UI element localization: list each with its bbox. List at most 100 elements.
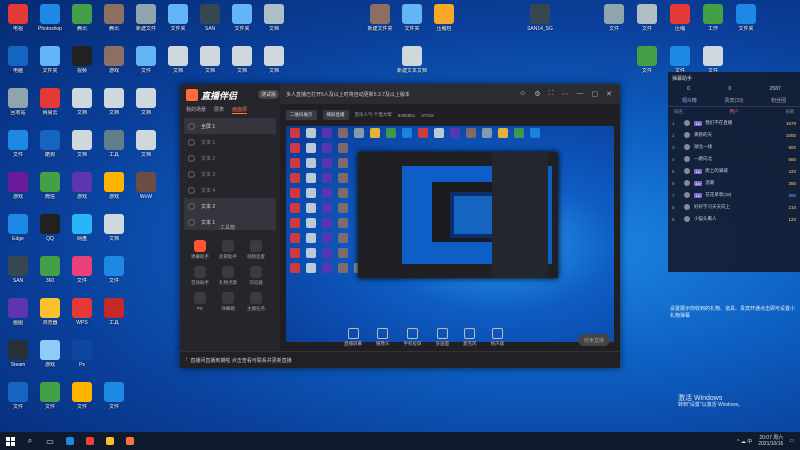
live-app-icon[interactable] xyxy=(120,432,140,450)
source-button[interactable]: 扬声器 xyxy=(491,327,504,347)
app-icon xyxy=(703,4,723,24)
qr-chip[interactable]: 二维码展示 xyxy=(286,110,317,120)
scene-item[interactable]: 文本 2 xyxy=(184,198,276,214)
landscape-chip[interactable]: 横屏直播 xyxy=(322,110,349,120)
eye-icon[interactable] xyxy=(188,122,195,130)
desktop-icon[interactable]: 文件 xyxy=(631,46,663,74)
desktop-icon[interactable]: WoW xyxy=(130,172,162,200)
scene-item[interactable]: 文本 2 xyxy=(184,150,276,166)
source-button[interactable]: 多画面 xyxy=(436,327,449,347)
ranking-row[interactable]: 6 Lv 温暖 350 xyxy=(668,177,800,189)
ranking-row[interactable]: 7 Lv 花花草草(18) 300 xyxy=(668,189,800,201)
source-button[interactable]: 摄像头 xyxy=(376,327,390,347)
desktop-icon[interactable]: 文件 xyxy=(98,256,130,284)
desktop-icon[interactable]: 文档 xyxy=(258,4,290,32)
close-icon[interactable]: ✕ xyxy=(606,90,612,98)
edge-icon[interactable] xyxy=(60,432,80,450)
tool-button[interactable]: 视频连麦 xyxy=(242,240,270,260)
tool-icon xyxy=(250,240,262,252)
task-view-icon[interactable]: ▭ xyxy=(40,432,60,450)
desktop-icon[interactable]: 文件夹 xyxy=(730,4,762,32)
eye-icon[interactable] xyxy=(188,186,195,194)
desktop-icon[interactable]: 文档 xyxy=(130,88,162,116)
tab-sources[interactable]: 画面源 xyxy=(232,106,248,114)
source-button[interactable]: 手机投屏 xyxy=(404,327,422,347)
source-button[interactable]: 直播屏幕 xyxy=(344,327,362,347)
smile-icon[interactable]: ☺ xyxy=(519,90,526,98)
desktop-icon[interactable]: 压缩 xyxy=(664,4,696,32)
desktop-icon[interactable]: 文件 xyxy=(664,46,696,74)
fullscreen-icon[interactable]: ⛶ xyxy=(549,90,554,98)
tool-button[interactable]: 主播任务 xyxy=(242,292,270,312)
settings-icon[interactable]: ⚙ xyxy=(534,90,540,98)
ranking-row[interactable]: 3 湖北一线 800 xyxy=(668,141,800,153)
desktop-icon[interactable]: 工作 xyxy=(697,4,729,32)
start-button[interactable] xyxy=(0,432,20,450)
tool-button[interactable]: 弹幕助手 xyxy=(186,240,214,260)
tab-layers[interactable]: 层表 xyxy=(214,106,224,114)
ranking-row[interactable]: 1 Lv 我们不在直播 1679 xyxy=(668,117,800,129)
start-live-button[interactable]: 结束直播 xyxy=(578,334,610,346)
search-icon[interactable]: ⌕ xyxy=(20,432,40,450)
more-icon[interactable]: ⋯ xyxy=(562,90,569,98)
desktop-icon[interactable]: 新建文本文档 xyxy=(396,46,428,74)
eye-icon[interactable] xyxy=(188,138,195,146)
desktop-icon[interactable]: SAN14_SG xyxy=(524,4,556,32)
scene-item[interactable]: 全屏 1 xyxy=(184,118,276,134)
desktop-icon[interactable]: Ps xyxy=(66,340,98,368)
warning-icon: ! xyxy=(186,357,188,363)
stream-preview[interactable] xyxy=(286,126,614,342)
desktop-icon[interactable]: 文档 xyxy=(258,46,290,74)
tool-button[interactable]: PK xyxy=(186,292,214,312)
tab-my-scenes[interactable]: 我的场景 xyxy=(186,106,206,114)
scene-item[interactable]: 文本 4 xyxy=(184,182,276,198)
rank-number: 8 xyxy=(672,204,675,210)
ranking-row[interactable]: 2 黄鹤的天 1000 xyxy=(668,129,800,141)
app-icon xyxy=(8,130,28,150)
preview-icon xyxy=(530,128,540,138)
desktop-icon[interactable]: 压缩包 xyxy=(428,4,460,32)
contribution-value: 420 xyxy=(788,168,796,174)
ranking-row[interactable]: 5 Lv 爬上的满城 420 xyxy=(668,165,800,177)
tab-fans[interactable]: 粉丝团 xyxy=(771,97,786,104)
maximize-icon[interactable]: ▢ xyxy=(592,90,599,98)
scene-item[interactable]: 文本 1 xyxy=(184,134,276,150)
eye-icon[interactable] xyxy=(188,218,195,226)
tab-audience[interactable]: 观众榜 xyxy=(682,97,697,104)
minimize-icon[interactable]: — xyxy=(577,90,584,98)
desktop-icon[interactable]: 工具 xyxy=(98,298,130,326)
chrome-icon[interactable] xyxy=(80,432,100,450)
scene-item[interactable]: 文本 3 xyxy=(184,166,276,182)
clock[interactable]: 20:07 周六 2021/10/16 xyxy=(758,435,783,447)
ranking-row[interactable]: 9 小猫头鹰人 120 xyxy=(668,213,800,225)
ranking-row[interactable]: 8 好好学习天天向上 210 xyxy=(668,201,800,213)
eye-icon[interactable] xyxy=(188,170,195,178)
desktop-icon[interactable]: 文档 xyxy=(130,130,162,158)
tool-button[interactable]: 礼物点歌 xyxy=(214,266,242,286)
preview-icon xyxy=(370,128,380,138)
desktop-icon[interactable]: 文档 xyxy=(98,214,130,242)
preview-icon xyxy=(402,128,412,138)
ranking-row[interactable]: 4 一路向北 560 xyxy=(668,153,800,165)
eye-icon[interactable] xyxy=(188,154,195,162)
desktop-icon[interactable]: 文件 xyxy=(98,382,130,410)
tool-button[interactable]: 浏览器 xyxy=(242,266,270,286)
desktop-icon[interactable]: 文件 xyxy=(631,4,663,32)
tool-label: 房管助手 xyxy=(219,254,237,259)
folder-icon[interactable] xyxy=(100,432,120,450)
gift-notice: 设置展示你收到的礼物、道具、贵宾开通点击即可设置小礼物弹幕 xyxy=(670,306,796,319)
level-badge: Lv xyxy=(694,180,703,186)
tool-button[interactable]: 房管助手 xyxy=(214,240,242,260)
app-icon xyxy=(637,46,657,66)
tab-vip[interactable]: 贵宾(33) xyxy=(725,97,744,104)
tool-button[interactable]: 音效助手 xyxy=(186,266,214,286)
app-glyph xyxy=(66,437,74,445)
source-button[interactable]: 麦克风 xyxy=(463,327,477,347)
desktop-icon[interactable]: 文件 xyxy=(598,4,630,32)
notification-icon[interactable]: ▭ xyxy=(789,438,794,444)
source-icon xyxy=(491,327,503,339)
desktop-icon[interactable]: 文件 xyxy=(697,46,729,74)
eye-icon[interactable] xyxy=(188,202,195,210)
tool-button[interactable]: 弹幕箱 xyxy=(214,292,242,312)
tray-icons[interactable]: ^ ☁ 中 xyxy=(737,438,752,445)
